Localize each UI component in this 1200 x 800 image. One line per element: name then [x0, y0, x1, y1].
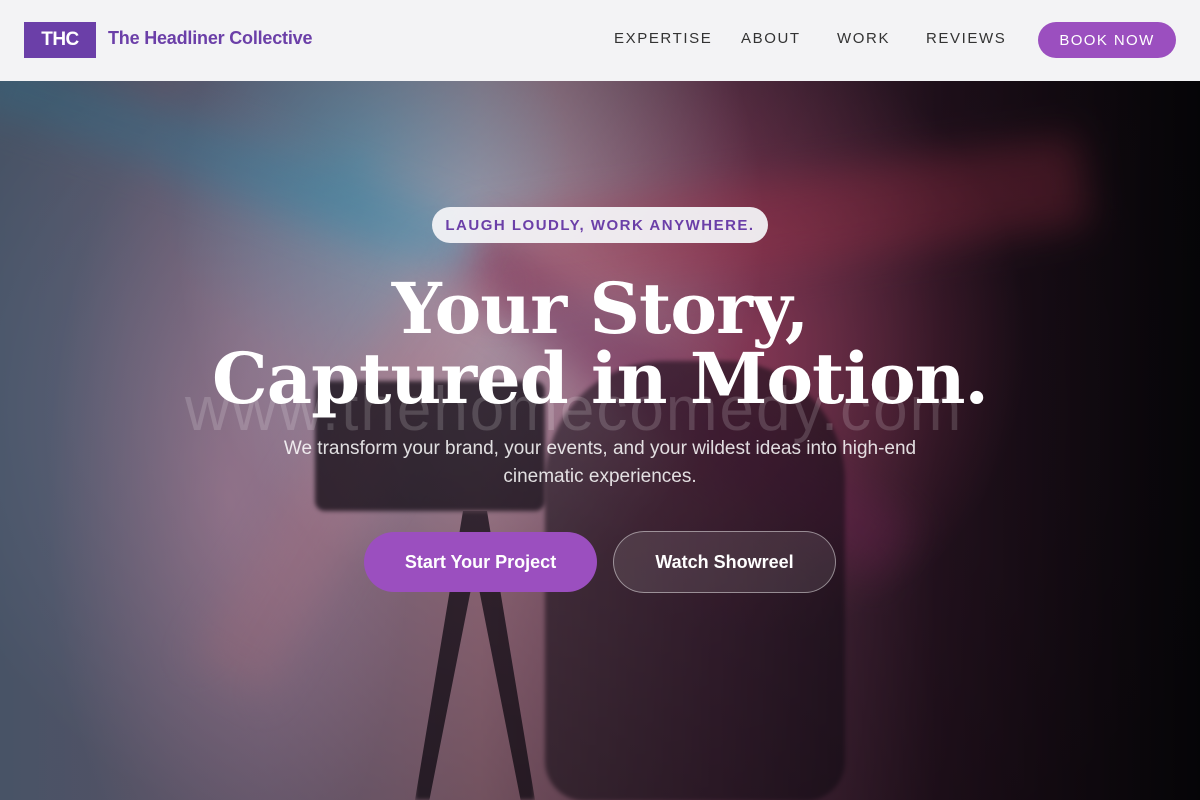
book-now-button[interactable]: BOOK NOW	[1038, 22, 1176, 58]
nav-link-expertise[interactable]: EXPERTISE	[614, 30, 712, 47]
start-project-button[interactable]: Start Your Project	[364, 532, 597, 592]
hero-subtitle: We transform your brand, your events, an…	[283, 438, 917, 487]
headline-line-1: Your Story,	[391, 267, 810, 350]
nav-link-about[interactable]: ABOUT	[741, 30, 801, 47]
tagline-pill: LAUGH LOUDLY, WORK ANYWHERE.	[432, 207, 768, 243]
headline-line-2: Captured in Motion.	[212, 337, 989, 420]
brand-name[interactable]: The Headliner Collective	[108, 28, 312, 49]
nav-link-reviews[interactable]: REVIEWS	[926, 30, 1006, 47]
site-header: THC The Headliner Collective EXPERTISE A…	[0, 0, 1200, 81]
nav-link-work[interactable]: WORK	[837, 30, 890, 47]
hero-section: www.thehomecomedy.com LAUGH LOUDLY, WORK…	[0, 81, 1200, 800]
logo-badge[interactable]: THC	[24, 22, 96, 58]
watch-showreel-button[interactable]: Watch Showreel	[613, 531, 836, 593]
